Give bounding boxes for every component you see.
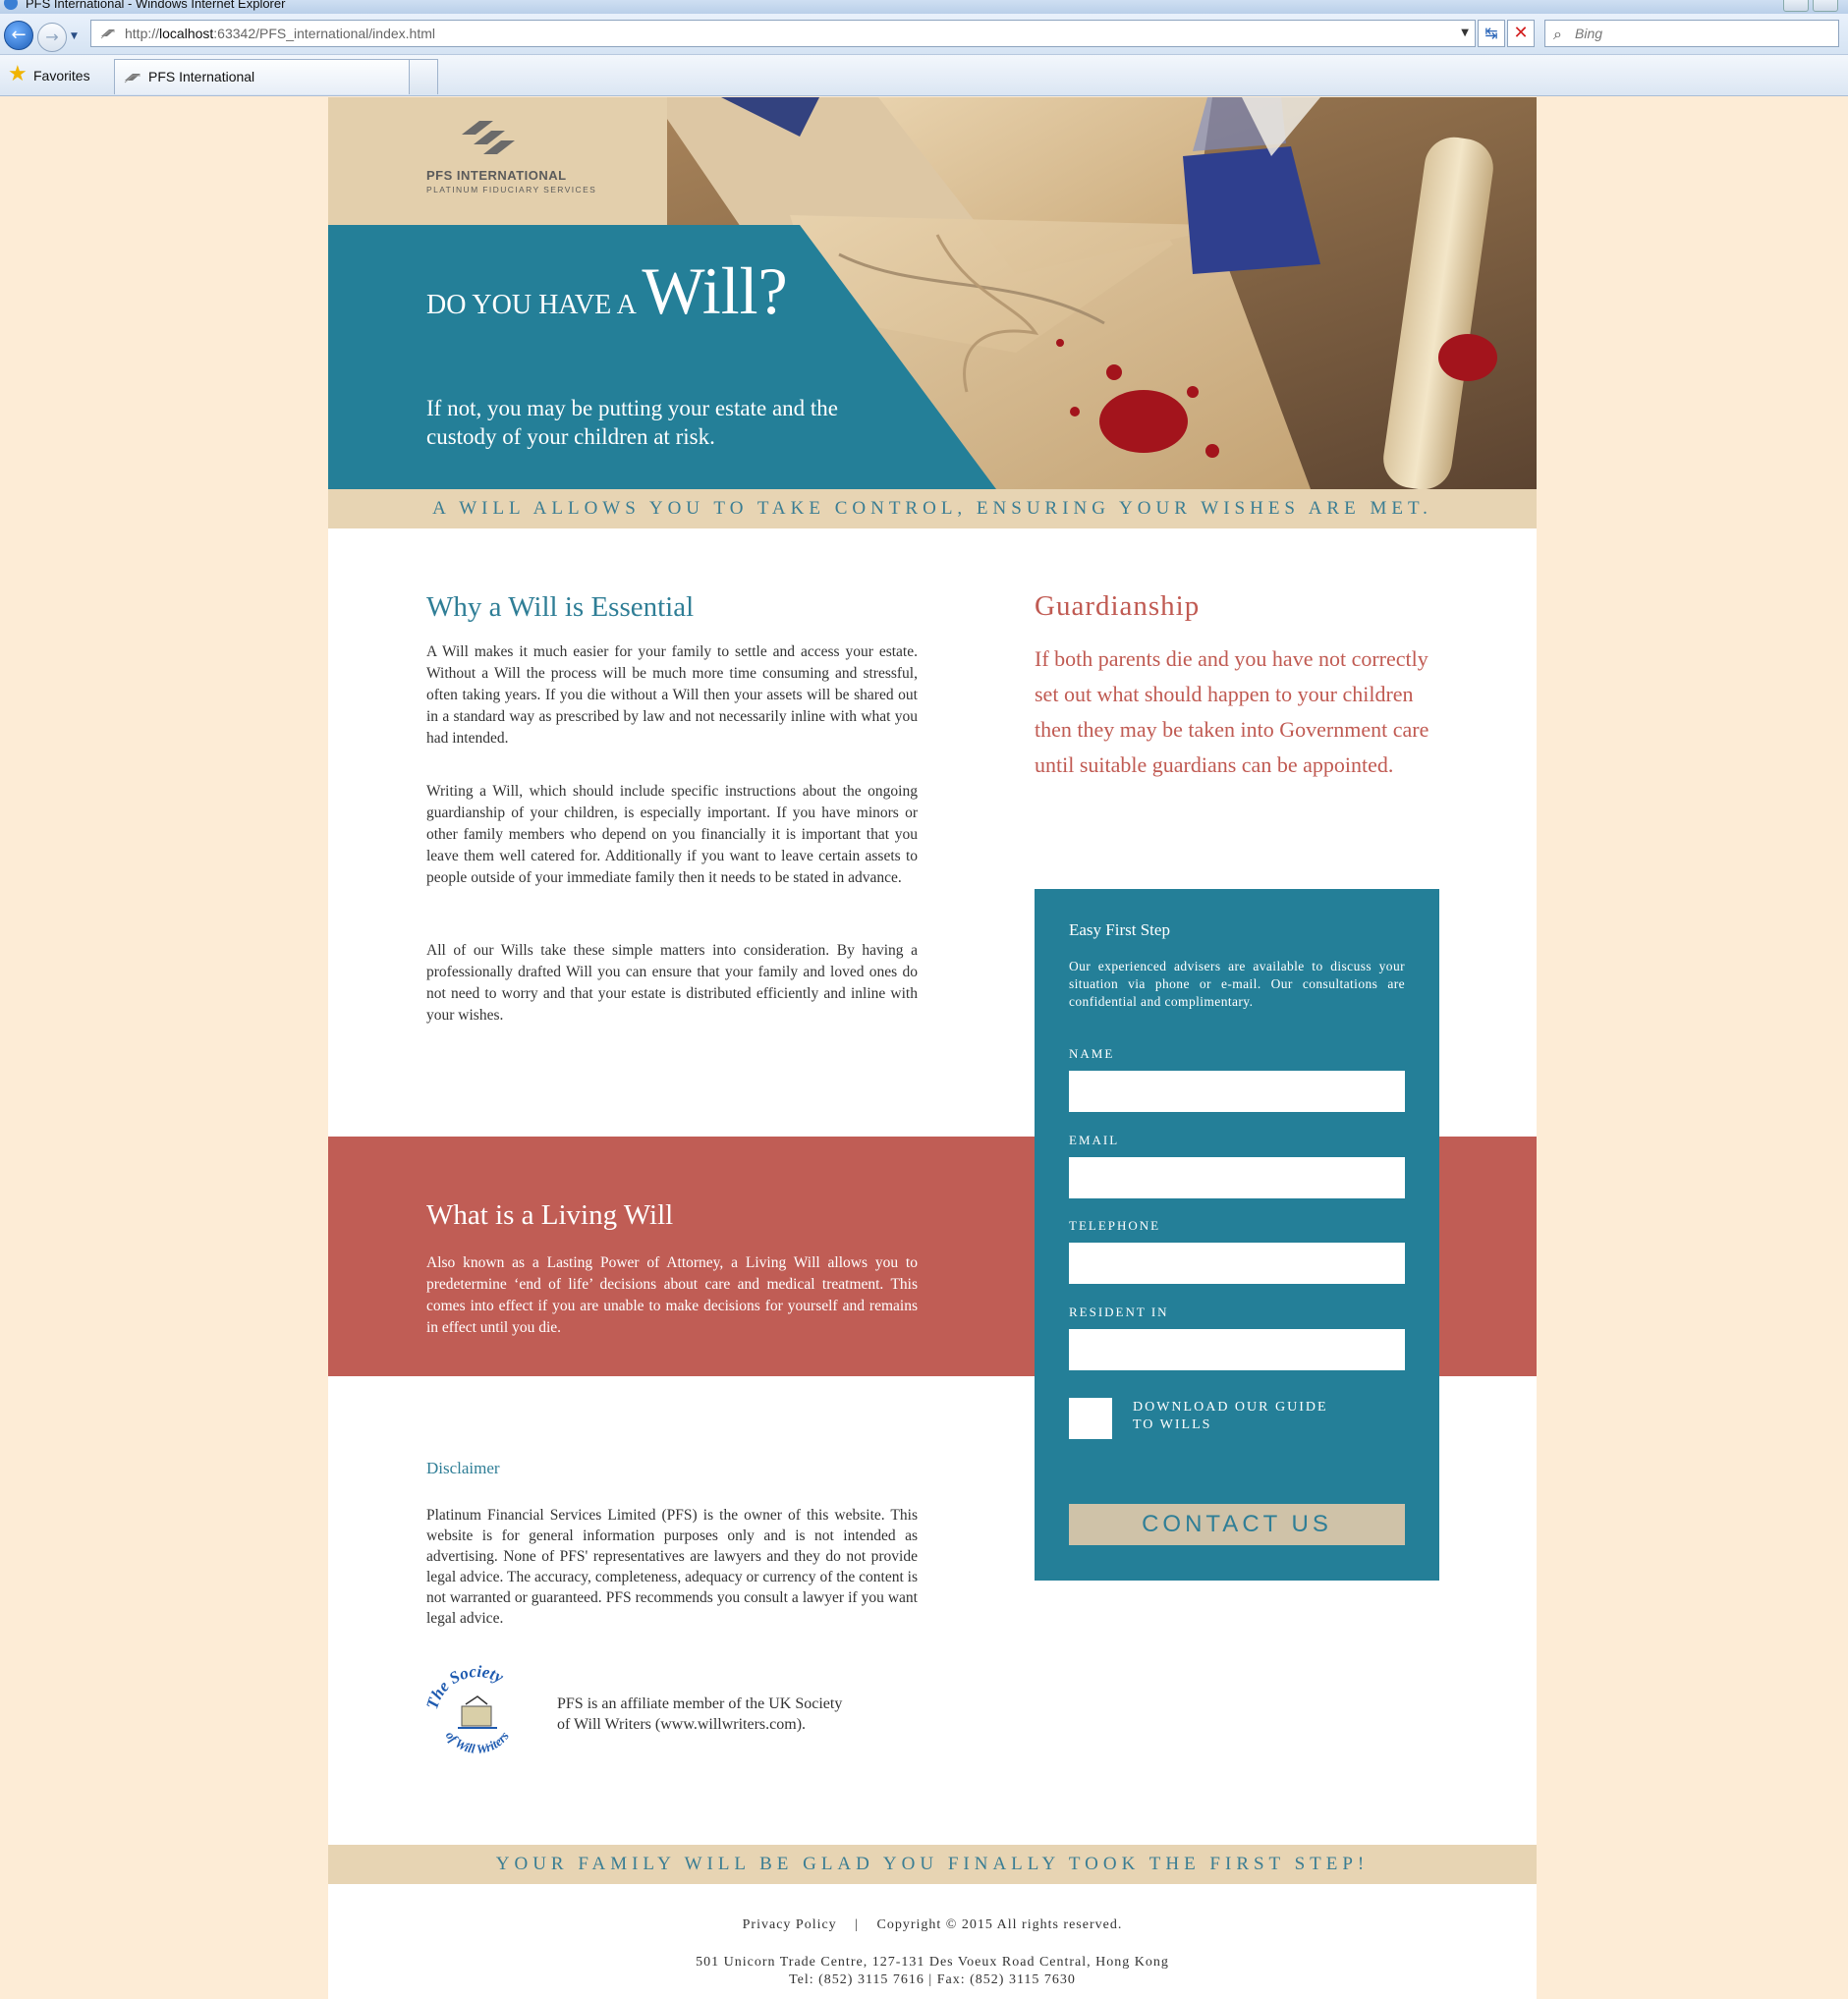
resident-field[interactable] — [1069, 1329, 1405, 1370]
compat-refresh-button[interactable]: ↹ — [1478, 20, 1505, 47]
ie-app-icon — [4, 0, 18, 10]
address-url-host: localhost — [159, 26, 214, 41]
page-icon — [100, 29, 115, 39]
svg-text:The Society: The Society — [422, 1662, 507, 1711]
guardianship-body: If both parents die and you have not cor… — [1035, 646, 1429, 777]
why-paragraph-3: All of our Wills take these simple matte… — [426, 942, 918, 1024]
search-placeholder: Bing — [1575, 26, 1603, 41]
maximize-button[interactable] — [1813, 0, 1838, 12]
tab-pfs-international[interactable]: PFS International — [114, 59, 411, 94]
window-title: PFS International - Windows Internet Exp… — [26, 0, 286, 11]
hero-banner: PFS INTERNATIONAL PLATINUM FIDUCIARY SER… — [328, 97, 1537, 489]
hero-heading: DO YOU HAVE A Will? — [426, 252, 788, 330]
page-icon — [124, 74, 140, 83]
pfs-logo-icon — [462, 121, 515, 154]
disclaimer-title: Disclaimer — [426, 1459, 500, 1477]
download-guide-label[interactable]: DOWNLOAD OUR GUIDE TO WILLS — [1133, 1399, 1329, 1434]
hero-subheading: If not, you may be putting your estate a… — [426, 396, 839, 449]
name-field[interactable] — [1069, 1071, 1405, 1112]
footer-separator: | — [855, 1917, 859, 1932]
copyright-text: Copyright © 2015 All rights reserved. — [876, 1917, 1123, 1932]
why-will-title: Why a Will is Essential — [426, 591, 695, 623]
tagline-band-bottom: YOUR FAMILY WILL BE GLAD YOU FINALLY TOO… — [328, 1845, 1537, 1884]
email-label: EMAIL — [1069, 1133, 1120, 1147]
address-bar[interactable]: http://localhost:63342/PFS_international… — [90, 20, 1476, 47]
why-paragraph-2: Writing a Will, which should include spe… — [426, 783, 918, 886]
back-button[interactable]: ← — [4, 21, 33, 50]
contact-form: Easy First Step Our experienced advisers… — [1035, 889, 1439, 1581]
email-field[interactable] — [1069, 1157, 1405, 1198]
guardianship-title: Guardianship — [1035, 590, 1201, 622]
new-tab-button[interactable] — [409, 59, 438, 94]
logo-panel: PFS INTERNATIONAL PLATINUM FIDUCIARY SER… — [328, 97, 667, 225]
telephone-label: TELEPHONE — [1069, 1218, 1161, 1233]
svg-text:of Will Writers: of Will Writers — [443, 1728, 512, 1756]
hero-heading-big: Will? — [642, 253, 788, 328]
tagline-band-top: A WILL ALLOWS YOU TO TAKE CONTROL, ENSUR… — [328, 489, 1537, 528]
favorites-bar: ★ Favorites PFS International — [0, 55, 1848, 96]
navigation-bar: ← → ▼ http://localhost:63342/PFS_interna… — [0, 14, 1848, 55]
window-controls — [1783, 0, 1838, 12]
living-will-title: What is a Living Will — [426, 1199, 674, 1231]
living-will-body: Also known as a Lasting Power of Attorne… — [426, 1254, 918, 1336]
stop-button[interactable]: ✕ — [1507, 20, 1535, 47]
privacy-policy-link[interactable]: Privacy Policy — [743, 1917, 837, 1932]
address-dropdown-icon[interactable]: ▼ — [1461, 21, 1469, 46]
disclaimer-body: Platinum Financial Services Limited (PFS… — [426, 1507, 918, 1627]
page-container: PFS INTERNATIONAL PLATINUM FIDUCIARY SER… — [328, 97, 1537, 1999]
tab-label: PFS International — [148, 69, 255, 84]
hero-heading-small: DO YOU HAVE A — [426, 290, 636, 320]
logo-name: PFS INTERNATIONAL — [426, 168, 567, 183]
affiliate-text: PFS is an affiliate member of the UK Soc… — [557, 1695, 843, 1733]
address-url-rest: :63342/PFS_international/index.html — [213, 26, 435, 41]
name-label: NAME — [1069, 1046, 1115, 1061]
download-guide-checkbox[interactable] — [1069, 1398, 1112, 1439]
footer-address-block: 501 Unicorn Trade Centre, 127-131 Des Vo… — [328, 1954, 1537, 1989]
footer-links: Privacy Policy | Copyright © 2015 All ri… — [328, 1917, 1537, 1933]
footer-address: 501 Unicorn Trade Centre, 127-131 Des Vo… — [696, 1955, 1169, 1970]
telephone-field[interactable] — [1069, 1243, 1405, 1284]
address-url-prefix: http:// — [125, 26, 160, 41]
search-icon: ⌕ — [1553, 25, 1562, 43]
search-input[interactable]: ⌕ Bing — [1544, 20, 1839, 47]
forward-button[interactable]: → — [37, 23, 67, 52]
contact-us-button[interactable]: CONTACT US — [1069, 1504, 1405, 1545]
favorites-label: Favorites — [33, 68, 90, 83]
minimize-button[interactable] — [1783, 0, 1809, 12]
resident-label: RESIDENT IN — [1069, 1305, 1169, 1319]
society-of-will-writers-logo: The Society of Will Writers — [422, 1662, 512, 1756]
logo-tagline: PLATINUM FIDUCIARY SERVICES — [426, 185, 597, 194]
history-dropdown-icon[interactable]: ▼ — [71, 31, 78, 41]
form-intro: Our experienced advisers are available t… — [1069, 959, 1405, 1009]
star-icon: ★ — [8, 62, 28, 86]
form-title: Easy First Step — [1069, 920, 1170, 939]
browser-chrome: PFS International - Windows Internet Exp… — [0, 0, 1848, 96]
favorites-button[interactable]: ★ Favorites — [8, 62, 90, 88]
window-titlebar: PFS International - Windows Internet Exp… — [0, 0, 1848, 14]
footer-contact: Tel: (852) 3115 7616 | Fax: (852) 3115 7… — [789, 1972, 1076, 1987]
why-paragraph-1: A Will makes it much easier for your fam… — [426, 643, 918, 747]
